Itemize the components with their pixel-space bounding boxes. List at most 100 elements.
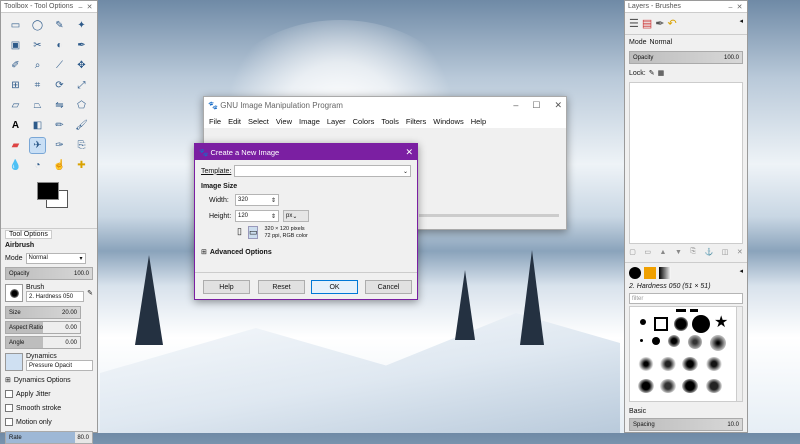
close-icon[interactable]: ✕ [554,100,562,110]
text-icon[interactable]: A [7,117,24,134]
duplicate-icon[interactable]: ⎘ [690,248,696,256]
edit-brush-icon[interactable]: ✎ [87,289,93,297]
brush-swatch[interactable] [652,337,660,345]
rotate-icon[interactable]: ⟳ [51,77,68,94]
dynamics-options-expander[interactable]: ⊞ Dynamics Options [1,373,97,387]
menu-windows[interactable]: Windows [433,117,463,126]
airbrush-icon[interactable]: ✈ [29,137,46,154]
brush-swatch[interactable] [674,317,688,331]
menu-file[interactable]: File [209,117,221,126]
measure-icon[interactable]: ⟋ [51,57,68,74]
menu-colors[interactable]: Colors [353,117,375,126]
foreground-select-icon[interactable]: ◐ [51,37,68,54]
menu-view[interactable]: View [276,117,292,126]
brush-swatch[interactable] [638,379,654,393]
brush-swatch-selected[interactable] [654,317,668,331]
brush-swatch[interactable] [640,319,646,325]
brush-name-field[interactable]: 2. Hardness 050 [26,291,85,302]
scale-icon[interactable]: ⤢ [73,77,90,94]
new-group-icon[interactable]: ▭ [644,248,651,256]
minimize-icon[interactable]: – [513,100,518,110]
maximize-icon[interactable]: ☐ [532,100,540,110]
eraser-icon[interactable]: ▰ [7,137,24,154]
tab-paths[interactable]: ✒ [655,17,664,30]
spacing-slider[interactable]: Spacing 10.0 [629,418,743,431]
brush-swatch[interactable] [688,335,702,349]
raise-icon[interactable]: ▲ [660,249,667,256]
size-slider[interactable]: Size 20.00 [5,306,81,319]
paintbrush-icon[interactable]: 🖌 [73,117,90,134]
brushes-grid[interactable]: ★ [629,306,743,402]
layer-opacity-slider[interactable]: Opacity 100.0 [629,51,743,64]
shear-icon[interactable]: ▱ [7,97,24,114]
motion-only-checkbox[interactable] [5,418,13,426]
brush-swatch[interactable] [668,335,680,347]
ellipse-select-icon[interactable]: ◯ [29,17,46,34]
star-brush-icon[interactable]: ★ [714,315,730,331]
apply-jitter-checkbox[interactable] [5,390,13,398]
reset-button[interactable]: Reset [258,280,305,294]
delete-layer-icon[interactable]: ✕ [737,248,743,256]
spinner-icon[interactable]: ⇕ [271,197,276,204]
ok-button[interactable]: OK [311,280,358,294]
brushes-scrollbar[interactable] [736,307,742,401]
free-select-icon[interactable]: ✎ [51,17,68,34]
scissors-icon[interactable]: ✂ [29,37,46,54]
mask-icon[interactable]: ◫ [722,248,729,256]
brush-swatch[interactable] [710,335,726,351]
brush-swatch[interactable] [660,357,676,371]
brush-swatch[interactable] [682,379,698,393]
move-icon[interactable]: ✥ [73,57,90,74]
minimize-icon[interactable]: – [726,4,735,11]
fuzzy-select-icon[interactable]: ✦ [73,17,90,34]
brush-filter-input[interactable]: filter [629,293,743,304]
smudge-icon[interactable]: ☝ [51,157,68,174]
brush-swatch[interactable] [706,379,722,393]
tab-channels[interactable]: ▤ [642,17,652,30]
brush-swatch[interactable] [638,357,654,371]
tab-tool-options[interactable]: Tool Options [5,230,52,239]
align-icon[interactable]: ⊞ [7,77,24,94]
menu-tools[interactable]: Tools [381,117,399,126]
unit-select[interactable]: px ⌄ [283,210,309,222]
menu-edit[interactable]: Edit [228,117,241,126]
smooth-stroke-checkbox[interactable] [5,404,13,412]
pencil-icon[interactable]: ✏ [51,117,68,134]
brush-swatch[interactable] [640,339,643,342]
brush-swatch[interactable] [676,309,686,312]
close-icon[interactable]: ✕ [405,147,413,158]
aspect-ratio-slider[interactable]: Aspect Ratio 0.00 [5,321,81,334]
menu-image[interactable]: Image [299,117,320,126]
lock-pixels-icon[interactable]: ✎ [649,69,655,77]
paths-icon[interactable]: ✒ [73,37,90,54]
layer-mode-value[interactable]: Normal [650,39,673,46]
minimize-icon[interactable]: – [76,4,85,11]
foreground-color-swatch[interactable] [37,182,59,200]
portrait-icon[interactable]: ▯ [237,226,242,237]
bucket-fill-icon[interactable]: ◧ [29,117,46,134]
brush-swatch[interactable] [660,379,676,393]
gimp-scrollbar[interactable] [419,214,559,217]
clone-icon[interactable]: ⎘ [73,137,90,154]
brush-swatch[interactable] [682,357,698,371]
dodge-burn-icon[interactable]: ◔ [29,157,46,174]
spinner-icon[interactable]: ⇕ [271,213,276,220]
opacity-slider[interactable]: Opacity 100.0 [5,267,93,280]
lock-alpha-icon[interactable]: ▦ [658,69,665,77]
color-select-icon[interactable]: ▣ [7,37,24,54]
angle-slider[interactable]: Angle 0.00 [5,336,81,349]
heal-icon[interactable]: ✚ [73,157,90,174]
zoom-icon[interactable]: ⌕ [29,57,46,74]
landscape-icon[interactable]: ▭ [247,226,259,239]
brush-swatch[interactable] [692,315,710,333]
menu-select[interactable]: Select [248,117,269,126]
perspective-icon[interactable]: ⏢ [29,97,46,114]
tab-undo[interactable]: ↶ [668,17,677,30]
height-input[interactable]: 120 ⇕ [235,210,279,222]
cage-icon[interactable]: ⬠ [73,97,90,114]
close-icon[interactable]: ✕ [85,3,94,11]
lower-icon[interactable]: ▼ [675,249,682,256]
configure-tab-icon[interactable]: ◂ [739,267,743,278]
layers-list[interactable] [629,82,743,244]
ink-icon[interactable]: ✑ [51,137,68,154]
